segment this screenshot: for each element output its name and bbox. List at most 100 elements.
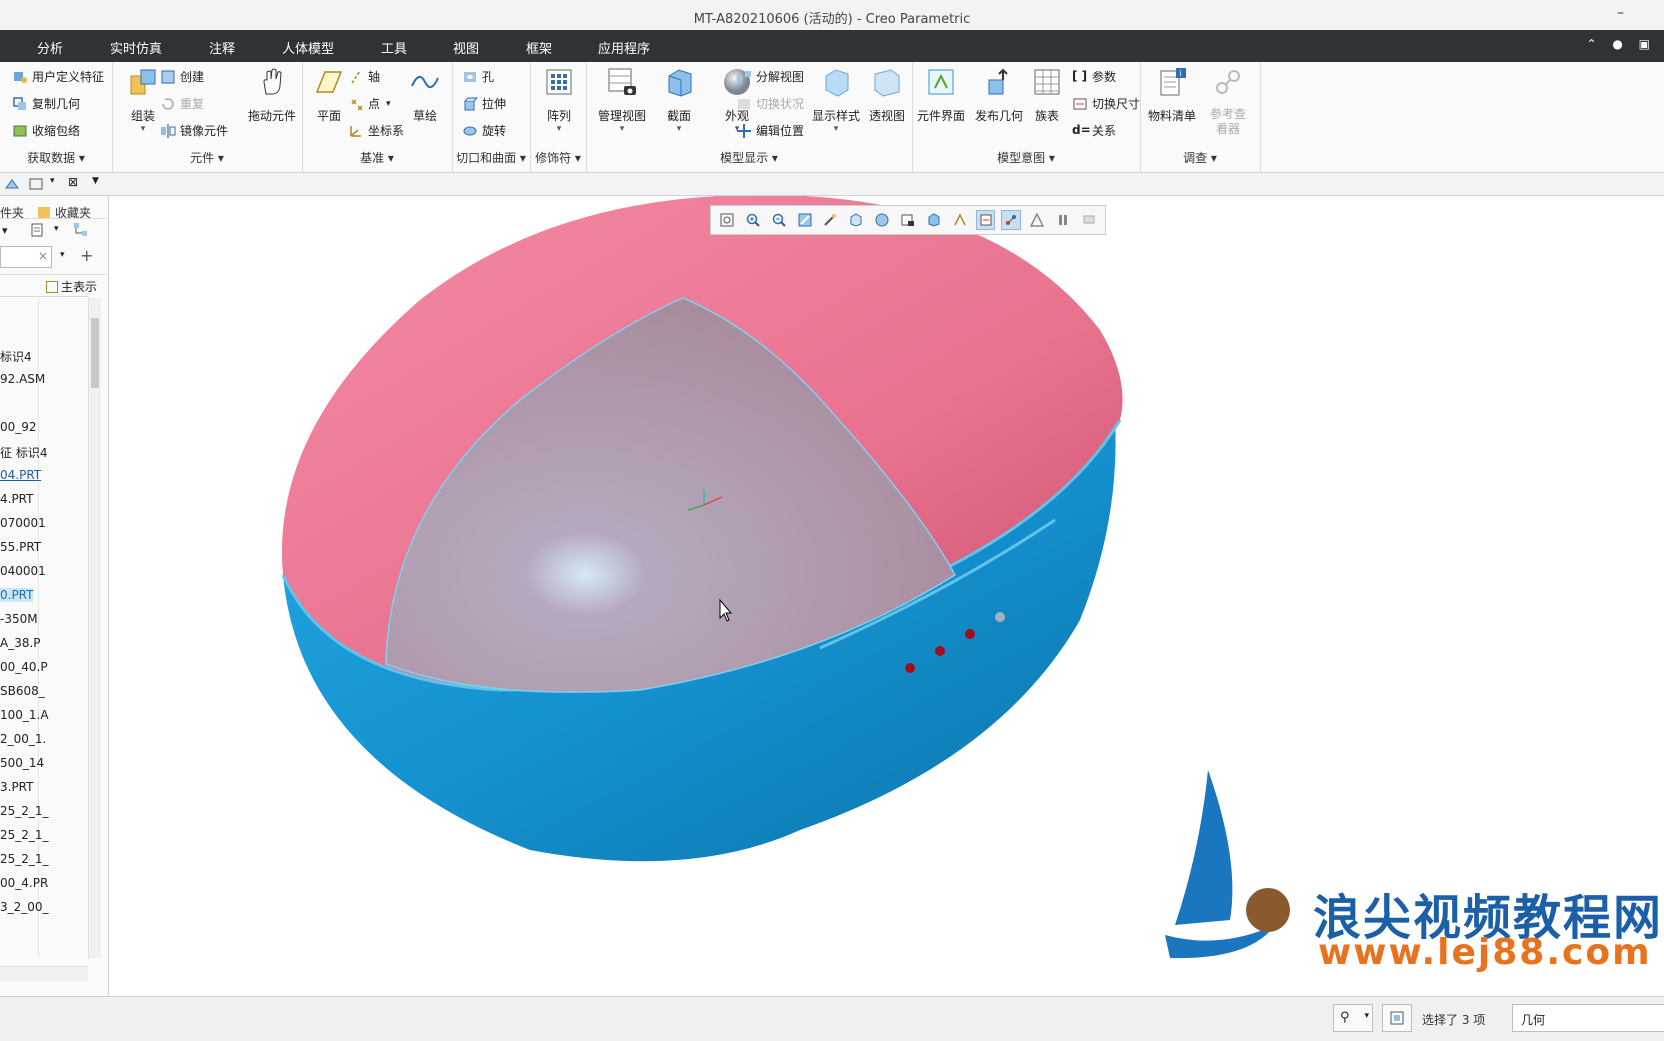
copy-geometry-button[interactable]: 复制几何 (12, 95, 80, 112)
point-button[interactable]: 点 ▾ (348, 95, 391, 112)
tree-scrollbar[interactable] (88, 298, 101, 958)
component-interface-button[interactable]: 元件界面 (912, 66, 970, 124)
selection-buffer-button[interactable] (1382, 1004, 1412, 1032)
tree-item[interactable]: 2_00_1. (0, 732, 46, 746)
tree-item[interactable]: 500_14 (0, 756, 44, 770)
tab-tools[interactable]: 工具 (381, 38, 407, 57)
display-style-dropdown-icon[interactable]: ▾ (808, 124, 864, 134)
clear-search-icon[interactable]: × (38, 249, 48, 263)
model-display-group-label[interactable]: 模型显示 ▾ (586, 149, 912, 166)
bom-button[interactable]: i 物料清单 (1144, 66, 1200, 124)
section-button[interactable]: 截面 ▾ (652, 66, 706, 134)
close-window-icon[interactable]: ⊠ (68, 175, 78, 189)
repaint-icon[interactable] (795, 210, 815, 230)
toggle-status-button[interactable]: 切换状况 (736, 95, 804, 112)
settings-dropdown-icon[interactable]: ▾ (2, 224, 8, 237)
tree-item[interactable]: 040001 (0, 564, 46, 578)
reference-viewer-button[interactable]: 参考查看器 (1200, 66, 1256, 137)
tree-filter-dropdown-icon[interactable]: ▾ (54, 224, 59, 234)
axis-button[interactable]: 轴 (348, 68, 380, 85)
model-intent-group-label[interactable]: 模型意图 ▾ (912, 149, 1140, 166)
manage-views-dropdown-icon[interactable]: ▾ (592, 124, 652, 134)
display-style-button[interactable]: 显示样式 ▾ (808, 66, 864, 134)
user-defined-feature-button[interactable]: 用户定义特征 (12, 68, 104, 85)
view-manager-icon[interactable] (898, 210, 918, 230)
edit-position-button[interactable]: 编辑位置 (736, 122, 804, 139)
tree-item[interactable]: -350M (0, 612, 38, 626)
datum-group-label[interactable]: 基准 ▾ (302, 149, 452, 166)
tree-item[interactable]: 3.PRT (0, 780, 33, 794)
menu-right-icons[interactable]: ⌃ ● ▣ (1587, 37, 1657, 51)
mirror-component-button[interactable]: 镜像元件 (160, 122, 228, 139)
get-data-group-label[interactable]: 获取数据 ▾ (0, 149, 112, 166)
tree-item[interactable]: 55.PRT (0, 540, 41, 554)
tree-item[interactable]: 25_2_1_ (0, 828, 49, 842)
model-3d-render[interactable] (109, 196, 1664, 996)
drag-components-button[interactable]: 拖动元件 (242, 66, 302, 124)
tree-item[interactable]: 00_4.PR (0, 876, 48, 890)
saved-views-icon[interactable] (872, 210, 892, 230)
spin-center-toggle-icon[interactable] (1001, 210, 1022, 230)
csys-button[interactable]: 坐标系 (348, 122, 404, 139)
regenerate-icon[interactable] (4, 176, 20, 192)
manage-views-button[interactable]: 管理视图 ▾ (592, 66, 652, 134)
tree-hscrollbar[interactable] (0, 966, 88, 981)
point-dropdown-icon[interactable]: ▾ (386, 99, 391, 109)
datum-display-icon[interactable] (950, 210, 970, 230)
tree-item[interactable]: 4.PRT (0, 492, 33, 506)
create-component-button[interactable]: 创建 (160, 68, 204, 85)
search-dropdown-icon[interactable]: ▾ (60, 250, 65, 260)
find-button[interactable]: ⚲ ▾ (1333, 1004, 1373, 1032)
tree-search-input[interactable]: × (0, 246, 52, 268)
revolve-button[interactable]: 旋转 (462, 122, 506, 139)
publish-geometry-button[interactable]: 发布几何 (970, 66, 1028, 124)
components-group-label[interactable]: 元件 ▾ (112, 149, 302, 166)
tab-human-model[interactable]: 人体模型 (282, 38, 334, 57)
tree-item[interactable]: 92.ASM (0, 372, 45, 386)
tab-annotate[interactable]: 注释 (209, 38, 235, 57)
tree-item[interactable]: 25_2_1_ (0, 852, 49, 866)
tab-view[interactable]: 视图 (453, 38, 479, 57)
spin-center-icon[interactable] (820, 210, 840, 230)
parameters-button[interactable]: [ ] 参数 (1072, 68, 1116, 85)
tree-scrollbar-thumb[interactable] (91, 318, 99, 388)
tab-applications[interactable]: 应用程序 (598, 38, 650, 57)
tree-item[interactable]: SB608_ (0, 684, 45, 698)
window-icon[interactable] (28, 176, 44, 192)
flag-icon[interactable] (1079, 210, 1099, 230)
tab-realtime-simulation[interactable]: 实时仿真 (110, 38, 162, 57)
zoom-in-icon[interactable] (743, 210, 763, 230)
minimize-button[interactable]: – (1617, 5, 1624, 21)
customize-dropdown-icon[interactable]: ▼ (92, 176, 99, 186)
tree-item[interactable]: 3_2_00_ (0, 900, 49, 914)
cut-surface-group-label[interactable]: 切口和曲面 ▾ (452, 149, 530, 166)
shrinkwrap-button[interactable]: 收缩包络 (12, 122, 80, 139)
pattern-dropdown-icon[interactable]: ▾ (532, 124, 586, 134)
tree-item[interactable]: 标识4 (0, 348, 32, 365)
add-icon[interactable]: + (80, 246, 93, 265)
tree-item[interactable]: A_38.P (0, 636, 41, 650)
tree-item[interactable]: 25_2_1_ (0, 804, 49, 818)
selection-filter[interactable]: 几何 (1512, 1004, 1664, 1032)
relations-button[interactable]: d= 关系 (1072, 122, 1116, 139)
tree-item[interactable]: 100_1.A (0, 708, 49, 722)
tree-item[interactable]: 04.PRT (0, 468, 41, 482)
perspective-button[interactable]: 透视图 (860, 66, 914, 124)
tree-item[interactable]: 070001 (0, 516, 46, 530)
switch-dimensions-button[interactable]: 切换尺寸 (1072, 95, 1140, 112)
find-dropdown-icon[interactable]: ▾ (1364, 1011, 1369, 1021)
window-dropdown-icon[interactable]: ▾ (50, 176, 55, 186)
show-hierarchy-icon[interactable] (72, 221, 90, 239)
zoom-out-icon[interactable] (769, 210, 789, 230)
modifiers-group-label[interactable]: 修饰符 ▾ (530, 149, 586, 166)
tree-filter-icon[interactable] (30, 222, 46, 238)
extrude-button[interactable]: 拉伸 (462, 95, 506, 112)
saved-orientations-icon[interactable] (846, 210, 866, 230)
investigate-group-label[interactable]: 调查 ▾ (1140, 149, 1260, 166)
family-table-button[interactable]: 族表 (1024, 66, 1070, 124)
graphics-viewport[interactable]: 浪尖视频教程网 www.lej88.com (109, 196, 1664, 996)
sketch-button[interactable]: 草绘 (398, 66, 452, 124)
section-dropdown-icon[interactable]: ▾ (652, 124, 706, 134)
refit-icon[interactable] (717, 210, 737, 230)
hole-button[interactable]: 孔 (462, 68, 494, 85)
